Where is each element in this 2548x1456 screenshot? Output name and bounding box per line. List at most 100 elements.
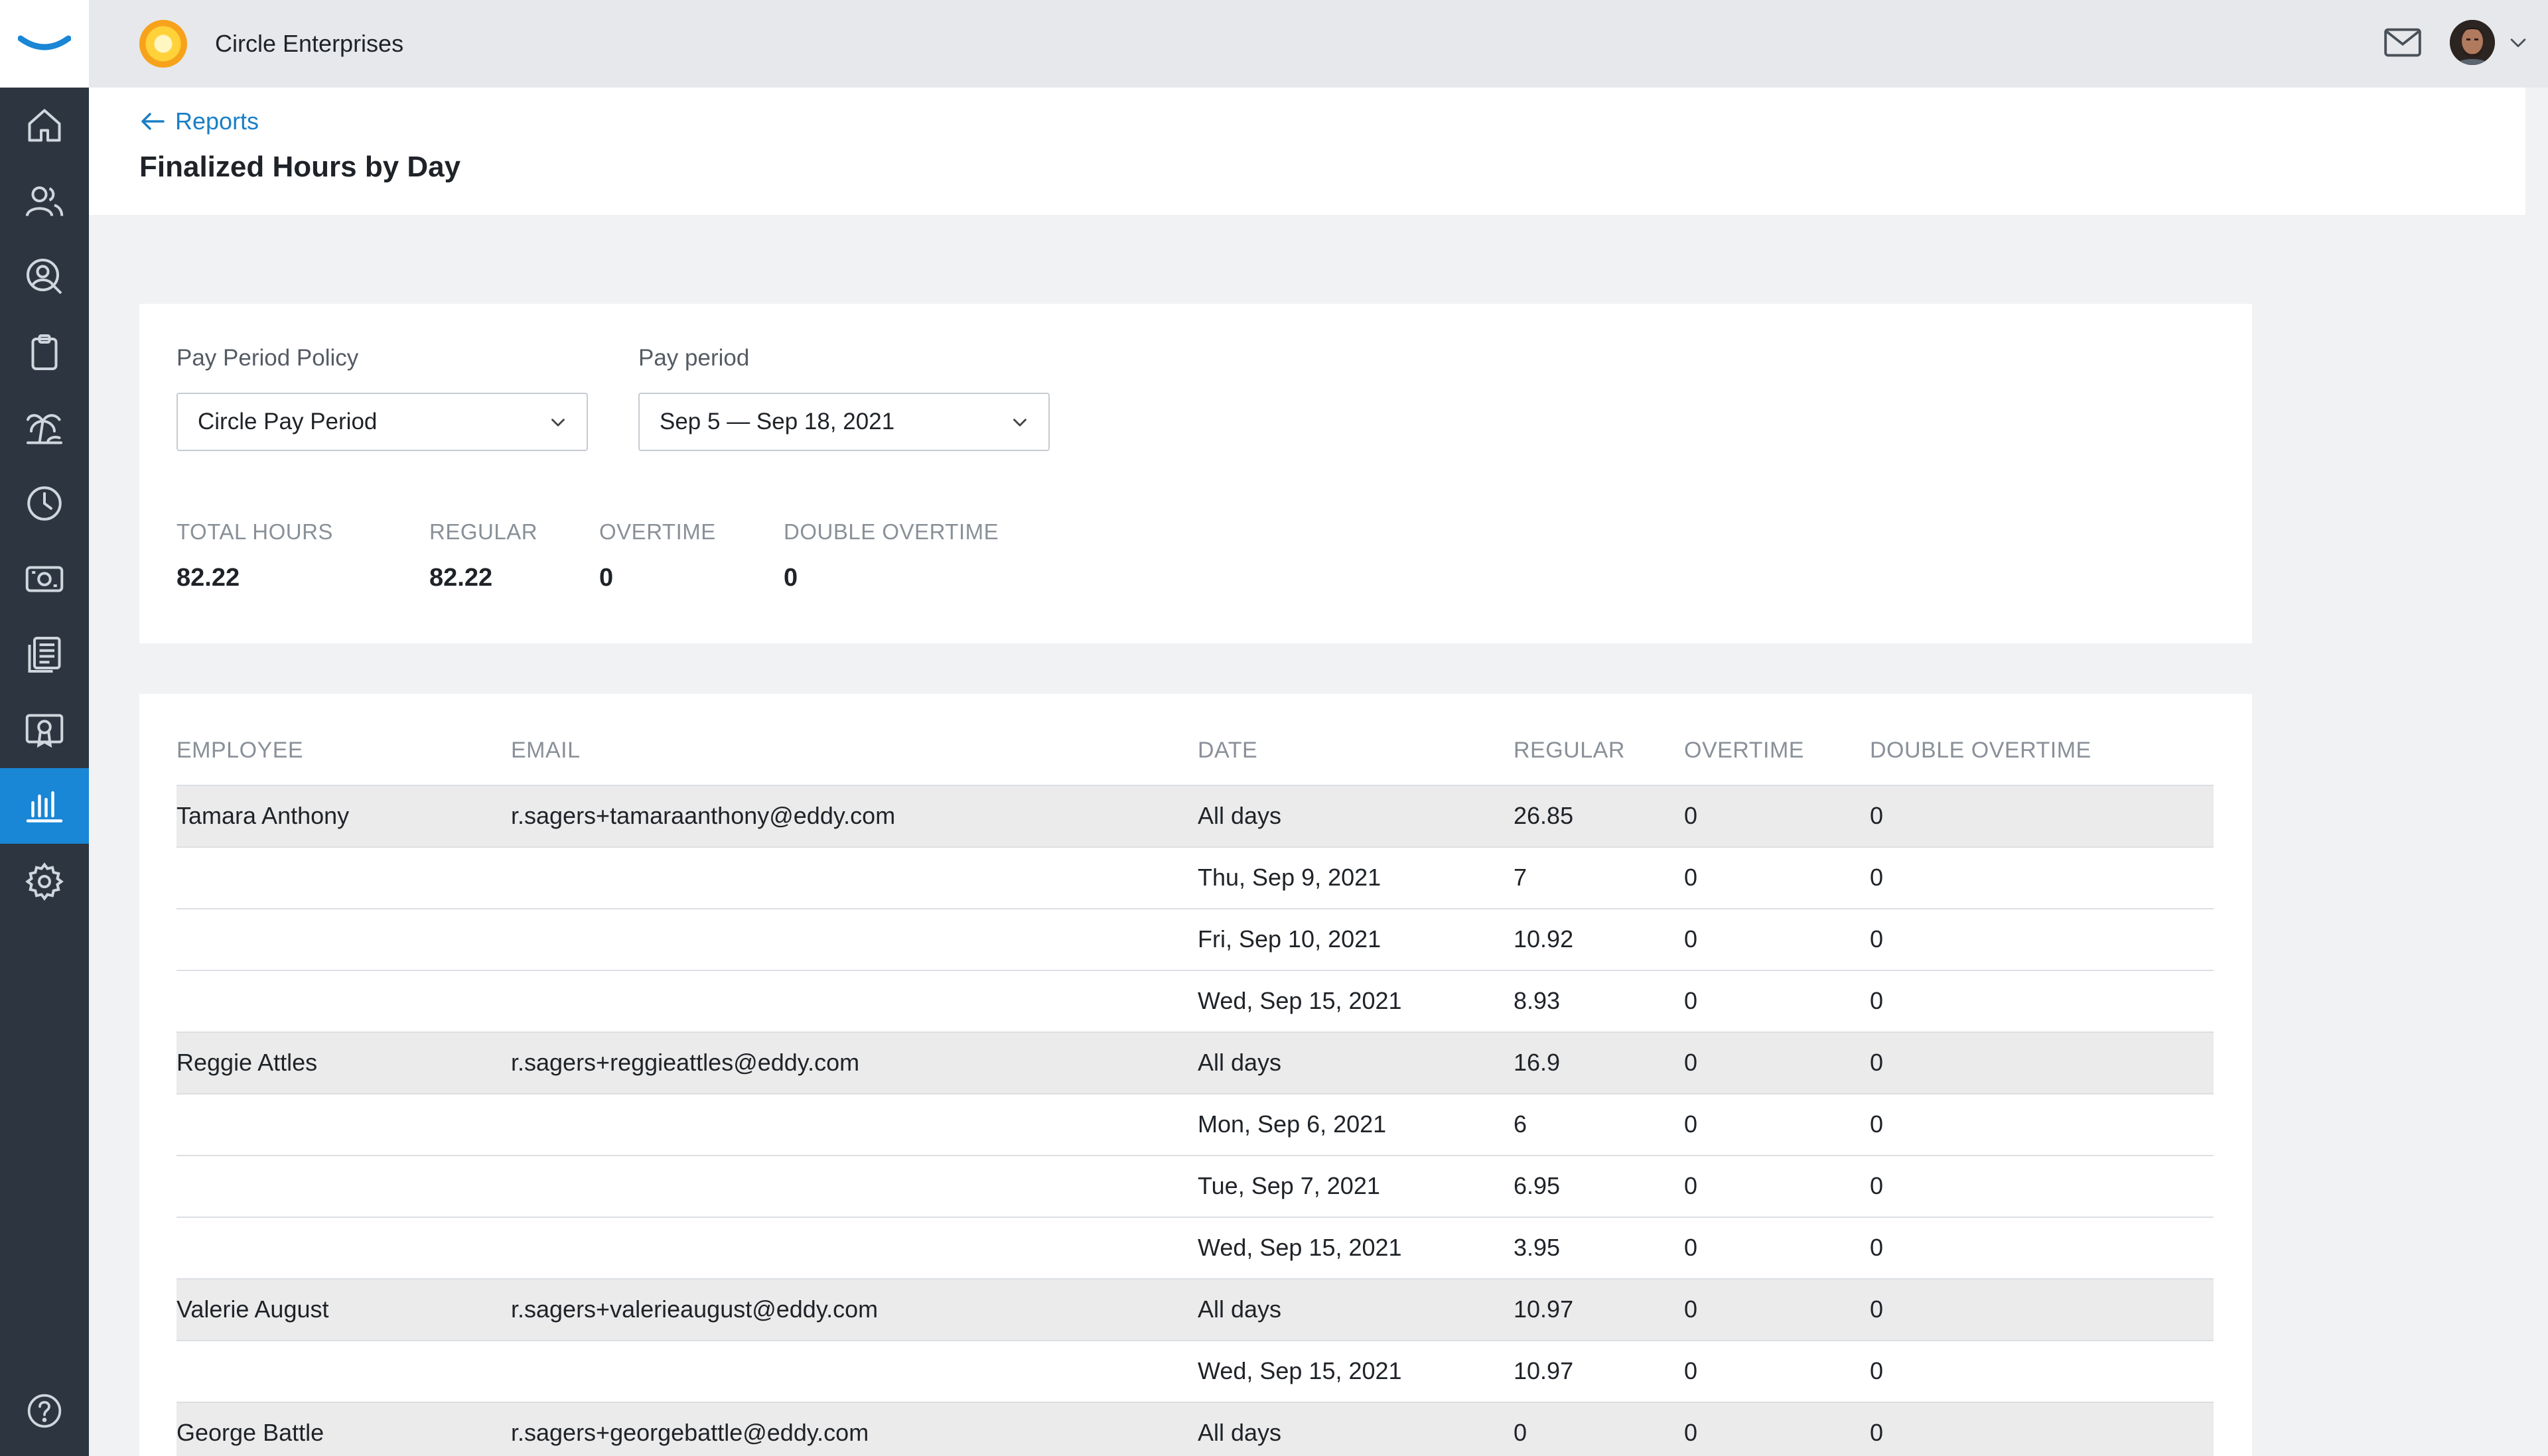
cell-regular: 10.97 <box>1514 1357 1574 1384</box>
column-header-overtime[interactable]: OVERTIME <box>1684 738 1804 763</box>
bar-chart-icon <box>26 791 63 823</box>
table-row: Valerie August r.sagers+valerieaugust@ed… <box>177 1278 2214 1340</box>
cell-date: Thu, Sep 9, 2021 <box>1198 864 1381 891</box>
total-hours-label: TOTAL HOURS <box>177 519 333 544</box>
cell-date: All days <box>1198 1419 1282 1446</box>
back-link[interactable]: Reports <box>139 107 259 135</box>
documents-icon <box>28 637 61 673</box>
people-icon <box>25 186 64 217</box>
cell-overtime: 0 <box>1684 802 1698 829</box>
cell-email: r.sagers+valerieaugust@eddy.com <box>511 1295 879 1323</box>
table-row: Tamara Anthony r.sagers+tamaraanthony@ed… <box>177 785 2214 846</box>
chevron-down-icon <box>1013 419 1026 427</box>
cell-date: Wed, Sep 15, 2021 <box>1198 987 1402 1014</box>
cell-overtime: 0 <box>1684 1049 1698 1076</box>
cell-email: r.sagers+tamaraanthony@eddy.com <box>511 802 896 829</box>
palm-tree-icon <box>27 414 62 444</box>
page-header: Reports Finalized Hours by Day <box>89 88 2525 215</box>
overtime-hours-value: 0 <box>599 564 614 592</box>
cell-double-overtime: 0 <box>1870 802 1884 829</box>
sidebar-item-tasks[interactable] <box>0 314 89 390</box>
chevron-down-icon <box>551 419 565 427</box>
pay-period-policy-select[interactable]: Circle Pay Period <box>177 393 588 451</box>
cell-overtime: 0 <box>1684 1234 1698 1261</box>
cell-double-overtime: 0 <box>1870 987 1884 1014</box>
cell-double-overtime: 0 <box>1870 1357 1884 1384</box>
table-row: Reggie Attles r.sagers+reggieattles@eddy… <box>177 1031 2214 1093</box>
column-header-double-overtime[interactable]: DOUBLE OVERTIME <box>1870 738 2091 763</box>
table-row: Wed, Sep 15, 2021 10.97 0 0 <box>177 1340 2214 1402</box>
table-row: Thu, Sep 9, 2021 7 0 0 <box>177 846 2214 908</box>
cell-overtime: 0 <box>1684 925 1698 953</box>
sidebar-item-time-off[interactable] <box>0 390 89 466</box>
cell-double-overtime: 0 <box>1870 1172 1884 1199</box>
overtime-hours-label: OVERTIME <box>599 519 716 544</box>
cell-employee: George Battle <box>177 1419 324 1446</box>
cell-regular: 6.95 <box>1514 1172 1561 1199</box>
app-logo[interactable] <box>0 0 89 88</box>
cell-double-overtime: 0 <box>1870 1419 1884 1446</box>
cell-date: Fri, Sep 10, 2021 <box>1198 925 1381 953</box>
gear-icon <box>25 862 64 901</box>
cell-regular: 7 <box>1514 864 1527 891</box>
cell-regular: 3.95 <box>1514 1234 1561 1261</box>
avatar[interactable] <box>2450 20 2495 65</box>
cell-overtime: 0 <box>1684 1357 1698 1384</box>
top-bar: Circle Enterprises <box>89 0 2548 88</box>
column-header-email[interactable]: EMAIL <box>511 738 581 763</box>
sidebar-item-reports[interactable] <box>0 768 89 844</box>
sidebar-item-home[interactable] <box>0 88 89 163</box>
app-logo-icon <box>18 35 71 50</box>
column-header-date[interactable]: DATE <box>1198 738 1257 763</box>
clipboard-icon <box>31 334 58 370</box>
regular-hours-value: 82.22 <box>429 564 493 592</box>
mail-icon[interactable] <box>2382 22 2423 63</box>
pay-period-policy-label: Pay Period Policy <box>177 345 359 371</box>
sidebar-item-hiring[interactable] <box>0 239 89 314</box>
cell-regular: 26.85 <box>1514 802 1574 829</box>
table-row: Fri, Sep 10, 2021 10.92 0 0 <box>177 908 2214 970</box>
cell-double-overtime: 0 <box>1870 864 1884 891</box>
cell-date: Mon, Sep 6, 2021 <box>1198 1110 1387 1138</box>
cell-regular: 10.97 <box>1514 1295 1574 1323</box>
cell-date: Tue, Sep 7, 2021 <box>1198 1172 1380 1199</box>
chevron-down-icon[interactable] <box>2507 31 2529 54</box>
sidebar-item-time[interactable] <box>0 466 89 541</box>
table-row: Wed, Sep 15, 2021 3.95 0 0 <box>177 1217 2214 1278</box>
table-row: Mon, Sep 6, 2021 6 0 0 <box>177 1093 2214 1155</box>
cell-date: Wed, Sep 15, 2021 <box>1198 1234 1402 1261</box>
cell-email: r.sagers+reggieattles@eddy.com <box>511 1049 860 1076</box>
money-icon <box>25 566 64 592</box>
cell-double-overtime: 0 <box>1870 1110 1884 1138</box>
cell-employee: Reggie Attles <box>177 1049 318 1076</box>
cell-overtime: 0 <box>1684 1419 1698 1446</box>
arrow-left-icon <box>141 113 165 130</box>
cell-double-overtime: 0 <box>1870 1049 1884 1076</box>
column-header-employee[interactable]: EMPLOYEE <box>177 738 303 763</box>
column-header-regular[interactable]: REGULAR <box>1514 738 1625 763</box>
sidebar-item-people[interactable] <box>0 163 89 239</box>
cell-overtime: 0 <box>1684 1172 1698 1199</box>
company-name: Circle Enterprises <box>215 30 404 57</box>
pay-period-select[interactable]: Sep 5 — Sep 18, 2021 <box>638 393 1050 451</box>
cell-date: All days <box>1198 802 1282 829</box>
pay-period-label: Pay period <box>638 345 750 371</box>
sidebar-item-documents[interactable] <box>0 617 89 693</box>
cell-overtime: 0 <box>1684 1110 1698 1138</box>
cell-double-overtime: 0 <box>1870 1295 1884 1323</box>
cell-employee: Valerie August <box>177 1295 329 1323</box>
user-search-icon <box>27 259 62 295</box>
cell-date: All days <box>1198 1295 1282 1323</box>
total-hours-value: 82.22 <box>177 564 240 592</box>
cell-regular: 8.93 <box>1514 987 1561 1014</box>
back-link-label: Reports <box>175 107 259 135</box>
table-row: Tue, Sep 7, 2021 6.95 0 0 <box>177 1155 2214 1217</box>
avatar-image <box>2450 20 2495 65</box>
sidebar-item-payroll[interactable] <box>0 541 89 617</box>
cell-date: Wed, Sep 15, 2021 <box>1198 1357 1402 1384</box>
sidebar-item-settings[interactable] <box>0 844 89 919</box>
pay-period-value: Sep 5 — Sep 18, 2021 <box>660 409 895 434</box>
table-row: George Battle r.sagers+georgebattle@eddy… <box>177 1402 2214 1456</box>
sidebar-item-certifications[interactable] <box>0 693 89 768</box>
help-button[interactable] <box>0 1378 89 1444</box>
